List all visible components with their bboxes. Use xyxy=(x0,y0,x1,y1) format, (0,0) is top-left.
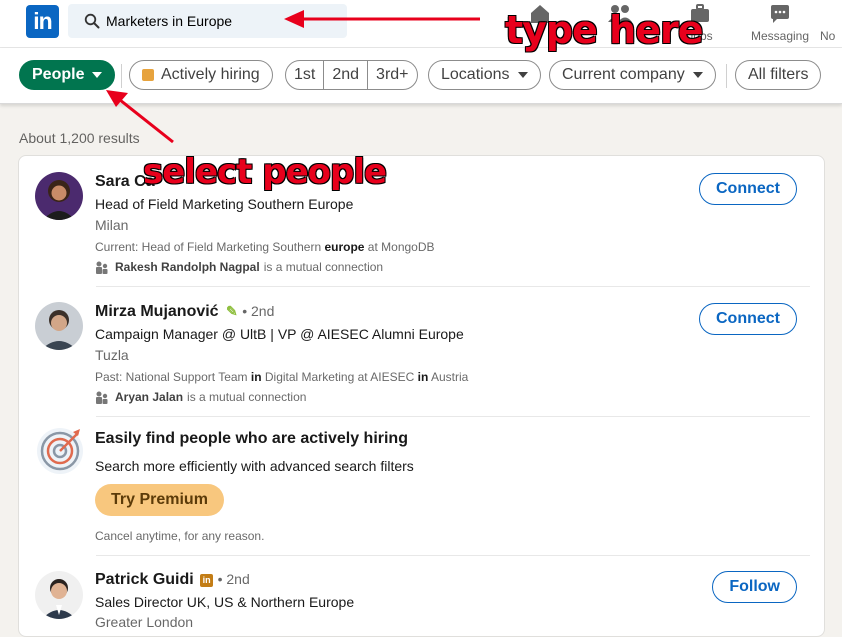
result-location: Tuzla xyxy=(95,347,129,363)
people-filter-button[interactable]: People xyxy=(19,60,116,90)
current-company-label: Current company xyxy=(562,66,685,83)
search-filter-bar: People Actively hiring 1st 2nd 3rd+ Loca… xyxy=(0,48,842,104)
filter-divider xyxy=(726,64,727,88)
mutual-connections-icon xyxy=(96,261,108,274)
degree-3rd-button[interactable]: 3rd+ xyxy=(368,61,416,89)
nav-messaging[interactable]: Messaging xyxy=(745,2,815,43)
summary-text: Past: National Support Team xyxy=(95,370,251,384)
mutual-connection-name: Aryan Jalan xyxy=(115,390,184,404)
top-navbar: in Jobs xyxy=(0,0,842,48)
promo-title: Easily find people who are actively hiri… xyxy=(95,430,408,447)
summary-text: Digital Marketing at AIESEC xyxy=(261,370,418,384)
mutual-connection-name: Rakesh Randolph Nagpal xyxy=(115,260,260,274)
connect-button[interactable]: Connect xyxy=(699,303,797,335)
caret-down-icon xyxy=(517,72,528,78)
current-company-filter[interactable]: Current company xyxy=(549,60,716,90)
mutual-connection-text: is a mutual connection xyxy=(187,390,307,404)
promo-note: Cancel anytime, for any reason. xyxy=(95,529,265,543)
annotation-select-people: select people xyxy=(143,152,387,192)
actively-hiring-filter[interactable]: Actively hiring xyxy=(129,60,273,90)
target-icon xyxy=(35,426,85,476)
try-premium-button[interactable]: Try Premium xyxy=(95,484,224,516)
avatar[interactable] xyxy=(35,172,83,220)
connect-button[interactable]: Connect xyxy=(699,173,797,205)
pencil-emoji-icon: ✎ xyxy=(226,303,238,319)
actively-hiring-label: Actively hiring xyxy=(161,66,260,83)
connection-degree: • 2nd xyxy=(217,571,250,587)
caret-down-icon xyxy=(692,72,703,78)
annotation-type-here: type here xyxy=(505,8,703,52)
hiring-badge-icon xyxy=(142,69,154,81)
mutual-connection[interactable]: Rakesh Randolph Nagpal is a mutual conne… xyxy=(95,260,383,274)
people-filter-label: People xyxy=(32,66,85,83)
summary-highlight: in xyxy=(250,370,262,384)
summary-text: Austria xyxy=(428,370,469,384)
summary-highlight: in xyxy=(417,370,429,384)
avatar[interactable] xyxy=(35,571,83,619)
summary-text: at MongoDB xyxy=(364,240,435,254)
result-headline: Campaign Manager @ UltB | VP @ AIESEC Al… xyxy=(95,326,464,342)
mutual-connections-icon xyxy=(96,391,108,404)
nav-messaging-label: Messaging xyxy=(750,29,810,43)
result-summary: Past: National Support Team in Digital M… xyxy=(95,370,468,384)
result-name-line: Patrick Guidi in • 2nd xyxy=(95,571,250,589)
messaging-icon xyxy=(771,5,789,23)
summary-text: Current: Head of Field Marketing Souther… xyxy=(95,240,325,254)
all-filters-button[interactable]: All filters xyxy=(735,60,822,90)
degree-2nd-button[interactable]: 2nd xyxy=(324,61,369,89)
result-name[interactable]: Patrick Guidi xyxy=(95,571,194,588)
mutual-connection[interactable]: Aryan Jalan is a mutual connection xyxy=(95,390,306,404)
result-summary: Current: Head of Field Marketing Souther… xyxy=(95,240,435,254)
result-headline: Sales Director UK, US & Northern Europe xyxy=(95,594,355,610)
summary-highlight: europe xyxy=(324,240,365,254)
locations-label: Locations xyxy=(441,66,510,83)
row-divider xyxy=(96,286,810,287)
locations-filter[interactable]: Locations xyxy=(428,60,541,90)
filter-divider xyxy=(121,64,122,88)
caret-down-icon xyxy=(92,72,103,78)
results-list: Sara Ca Head of Field Marketing Southern… xyxy=(18,155,825,637)
linkedin-logo[interactable]: in xyxy=(26,5,59,38)
search-box[interactable] xyxy=(68,4,347,38)
promo-subtitle: Search more efficiently with advanced se… xyxy=(95,458,414,474)
follow-button[interactable]: Follow xyxy=(712,571,797,603)
result-name-line: Mirza Mujanović ✎ • 2nd xyxy=(95,303,274,321)
result-headline: Head of Field Marketing Southern Europe xyxy=(95,196,354,212)
result-location: Milan xyxy=(95,217,129,233)
nav-notifications-label: No xyxy=(820,29,836,43)
nav-notifications[interactable]: No xyxy=(820,2,842,43)
connection-degree: • 2nd xyxy=(242,303,275,319)
search-icon xyxy=(84,13,100,29)
mutual-connection-text: is a mutual connection xyxy=(263,260,384,274)
results-count: About 1,200 results xyxy=(19,130,140,146)
linkedin-premium-icon: in xyxy=(200,574,214,587)
degree-1st-button[interactable]: 1st xyxy=(286,61,325,89)
all-filters-label: All filters xyxy=(748,66,809,83)
result-name[interactable]: Mirza Mujanović xyxy=(95,303,219,320)
row-divider xyxy=(96,416,810,417)
avatar[interactable] xyxy=(35,302,83,350)
connection-degree-filter: 1st 2nd 3rd+ xyxy=(285,60,418,90)
search-input[interactable] xyxy=(106,4,336,38)
row-divider xyxy=(96,555,810,556)
